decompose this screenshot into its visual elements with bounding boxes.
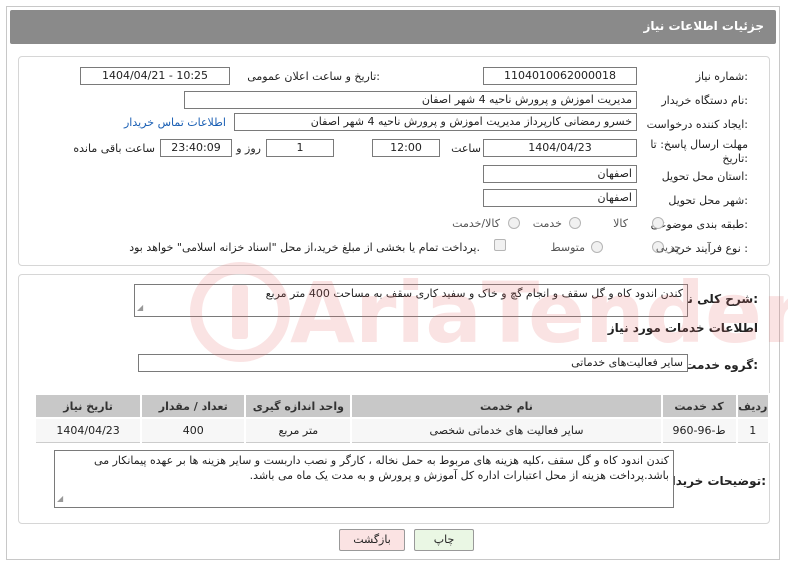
city-label: شهر محل تحویل: (668, 194, 748, 207)
process-option-minor: جزیی (655, 241, 681, 254)
deadline-time-field: 12:00 (372, 139, 440, 157)
print-button[interactable]: چاپ (414, 529, 474, 551)
deadline-time-label: ساعت (451, 142, 481, 155)
category-radio-service[interactable] (569, 217, 581, 229)
header-bar: جزئیات اطلاعات نیاز (10, 10, 776, 44)
city-field: اصفهان (483, 189, 637, 207)
table-header-row: ردیف کد خدمت نام خدمت واحد اندازه گیری ت… (33, 393, 771, 419)
requester-field: خسرو رمضانی کارپرداز مدیریت اموزش و پرور… (234, 113, 637, 131)
buyer-org-label: نام دستگاه خریدار: (661, 94, 748, 107)
province-label: استان محل تحویل: (661, 170, 748, 183)
days-label: روز و (236, 142, 261, 155)
buyer-org-field: مدیریت اموزش و پرورش ناحیه 4 شهر اصفان (184, 91, 637, 109)
buyer-notes-textarea[interactable]: کندن اندود کاه و گل سقف ،کلیه هزینه های … (54, 450, 674, 508)
cell-row-number: 1 (735, 417, 771, 443)
general-desc-text: کندن اندود کاه و گل سقف و انجام گچ و خاک… (265, 287, 683, 300)
category-option-service: خدمت (532, 217, 562, 230)
cell-service-name: سایر فعالیت های خدماتی شخصی (350, 417, 663, 443)
category-radio-goods-service[interactable] (508, 217, 520, 229)
resize-grip-icon[interactable]: ◢ (57, 491, 63, 506)
process-option-medium: متوسط (550, 241, 585, 254)
days-field: 1 (266, 139, 334, 157)
col-row-number: ردیف (735, 393, 771, 419)
deadline-label: مهلت ارسال پاسخ: تا (650, 138, 748, 151)
buyer-notes-label: توضیحات خریدار: (664, 474, 766, 488)
col-service-name: نام خدمت (350, 393, 663, 419)
announce-datetime-field: 1404/04/21 - 10:25 (80, 67, 230, 85)
deadline-date-field: 1404/04/23 (483, 139, 637, 157)
cell-need-date: 1404/04/23 (33, 417, 143, 443)
need-details-panel (18, 56, 770, 266)
process-type-label: نوع فرآیند خرید : (670, 242, 748, 255)
need-number-field: 1104010062000018 (483, 67, 637, 85)
col-unit: واحد اندازه گیری (244, 393, 353, 419)
deadline-date-word: تاریخ: (722, 152, 748, 165)
col-quantity: تعداد / مقدار (140, 393, 247, 419)
remaining-time-label: ساعت باقی مانده (73, 142, 155, 155)
category-option-goods-service: کالا/خدمت (452, 217, 500, 230)
treasury-payment-note: پرداخت تمام یا بخشی از مبلغ خرید،از محل … (129, 241, 480, 254)
contact-buyer-link[interactable]: اطلاعات تماس خریدار (124, 116, 226, 129)
page-title: جزئیات اطلاعات نیاز (643, 19, 764, 33)
cell-unit: متر مربع (244, 417, 353, 443)
resize-grip-icon[interactable]: ◢ (137, 301, 143, 315)
announce-datetime-label: تاریخ و ساعت اعلان عمومی: (247, 70, 380, 83)
category-option-goods: کالا (613, 217, 628, 230)
service-group-label: گروه خدمت: (684, 358, 758, 372)
category-radio-goods[interactable] (652, 217, 664, 229)
buyer-notes-text: کندن اندود کاه و گل سقف ،کلیه هزینه های … (94, 454, 669, 482)
back-button[interactable]: بازگشت (339, 529, 405, 551)
process-radio-medium[interactable] (591, 241, 603, 253)
services-table: ردیف کد خدمت نام خدمت واحد اندازه گیری ت… (33, 393, 771, 443)
cell-quantity: 400 (140, 417, 247, 443)
table-row: 1 ط-96-960 سایر فعالیت های خدماتی شخصی م… (33, 417, 771, 443)
service-group-field: سایر فعالیت‌های خدماتی (138, 354, 688, 372)
need-number-label: شماره نیاز: (695, 70, 748, 83)
cell-service-code: ط-96-960 (660, 417, 738, 443)
col-service-code: کد خدمت (660, 393, 738, 419)
col-need-date: تاریخ نیاز (33, 393, 143, 419)
services-info-heading: اطلاعات خدمات مورد نیاز (607, 321, 758, 335)
requester-label: ایجاد کننده درخواست: (646, 118, 748, 131)
category-label: طبقه بندی موضوعی: (650, 218, 748, 231)
province-field: اصفهان (483, 165, 637, 183)
general-desc-textarea[interactable]: کندن اندود کاه و گل سقف و انجام گچ و خاک… (134, 284, 688, 317)
remaining-time-field: 23:40:09 (160, 139, 232, 157)
treasury-payment-checkbox[interactable] (494, 239, 506, 251)
